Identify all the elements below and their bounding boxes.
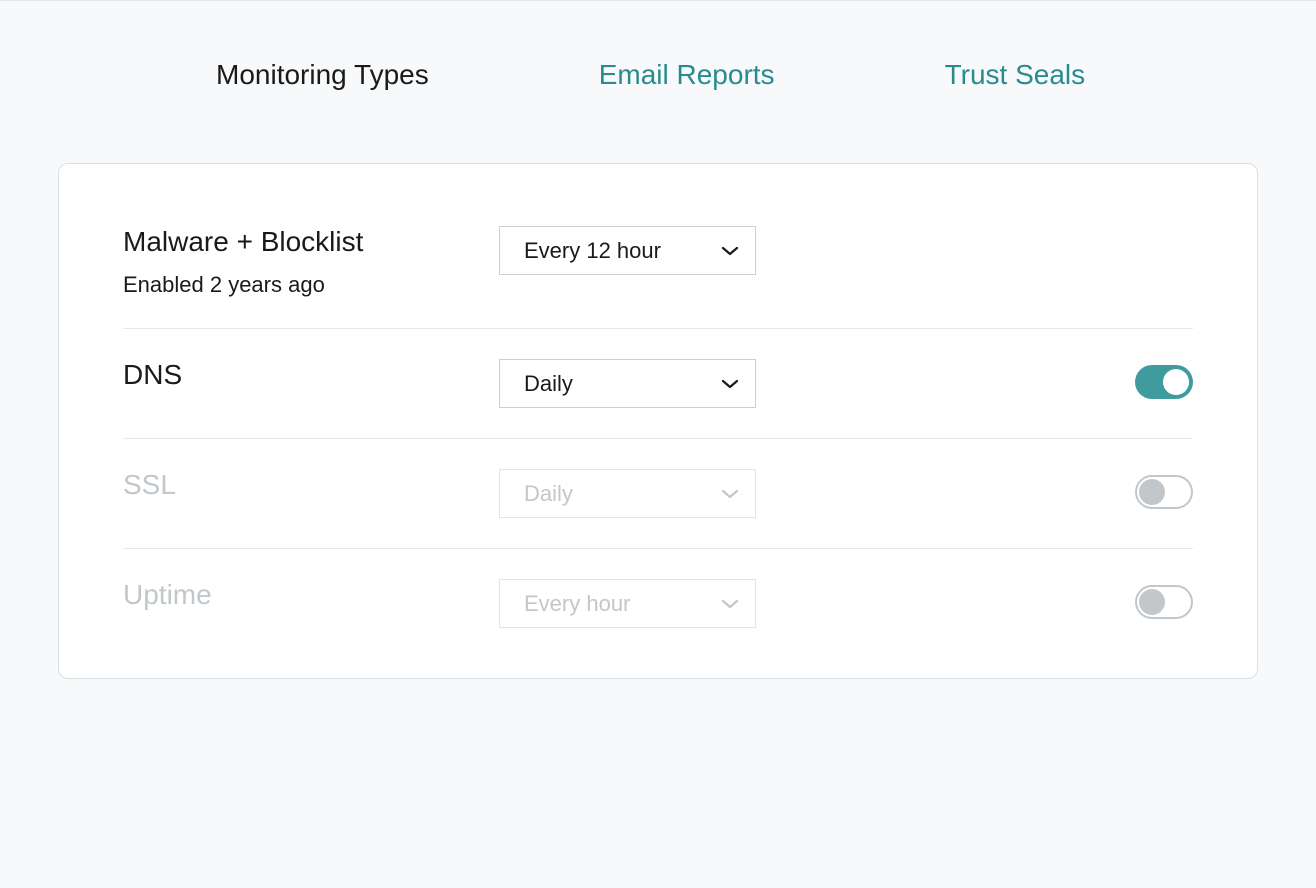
toggle-column bbox=[1135, 469, 1193, 509]
frequency-value: Daily bbox=[524, 371, 573, 397]
toggle-ssl[interactable] bbox=[1135, 475, 1193, 509]
row-title-dns: DNS bbox=[123, 359, 499, 391]
toggle-knob bbox=[1139, 589, 1165, 615]
toggle-column bbox=[1135, 579, 1193, 619]
row-label-group: DNS bbox=[123, 359, 499, 391]
row-label-group: Uptime bbox=[123, 579, 499, 611]
row-title-malware: Malware + Blocklist bbox=[123, 226, 499, 258]
row-label-group: SSL bbox=[123, 469, 499, 501]
frequency-select-wrap: Daily bbox=[499, 359, 756, 408]
toggle-dns[interactable] bbox=[1135, 365, 1193, 399]
chevron-down-icon bbox=[721, 378, 739, 390]
row-label-group: Malware + Blocklist Enabled 2 years ago bbox=[123, 226, 499, 298]
toggle-knob bbox=[1163, 369, 1189, 395]
row-dns: DNS Daily bbox=[123, 329, 1193, 439]
monitoring-panel: Malware + Blocklist Enabled 2 years ago … bbox=[58, 163, 1258, 679]
frequency-value: Every hour bbox=[524, 591, 630, 617]
row-uptime: Uptime Every hour bbox=[123, 549, 1193, 628]
row-subtitle-malware: Enabled 2 years ago bbox=[123, 272, 499, 298]
toggle-column bbox=[1135, 359, 1193, 399]
row-malware-blocklist: Malware + Blocklist Enabled 2 years ago … bbox=[123, 226, 1193, 329]
frequency-select-uptime: Every hour bbox=[499, 579, 756, 628]
frequency-value: Daily bbox=[524, 481, 573, 507]
frequency-select-wrap: Daily bbox=[499, 469, 756, 518]
row-title-ssl: SSL bbox=[123, 469, 499, 501]
frequency-select-ssl: Daily bbox=[499, 469, 756, 518]
frequency-select-malware[interactable]: Every 12 hour bbox=[499, 226, 756, 275]
toggle-knob bbox=[1139, 479, 1165, 505]
tabs-nav: Monitoring Types Email Reports Trust Sea… bbox=[0, 1, 1316, 91]
frequency-value: Every 12 hour bbox=[524, 238, 661, 264]
frequency-select-wrap: Every hour bbox=[499, 579, 756, 628]
chevron-down-icon bbox=[721, 245, 739, 257]
chevron-down-icon bbox=[721, 488, 739, 500]
tab-email-reports[interactable]: Email Reports bbox=[599, 59, 775, 91]
tab-trust-seals[interactable]: Trust Seals bbox=[945, 59, 1086, 91]
frequency-select-dns[interactable]: Daily bbox=[499, 359, 756, 408]
row-title-uptime: Uptime bbox=[123, 579, 499, 611]
row-ssl: SSL Daily bbox=[123, 439, 1193, 549]
chevron-down-icon bbox=[721, 598, 739, 610]
toggle-uptime[interactable] bbox=[1135, 585, 1193, 619]
frequency-select-wrap: Every 12 hour bbox=[499, 226, 756, 275]
tab-monitoring-types[interactable]: Monitoring Types bbox=[216, 59, 429, 91]
